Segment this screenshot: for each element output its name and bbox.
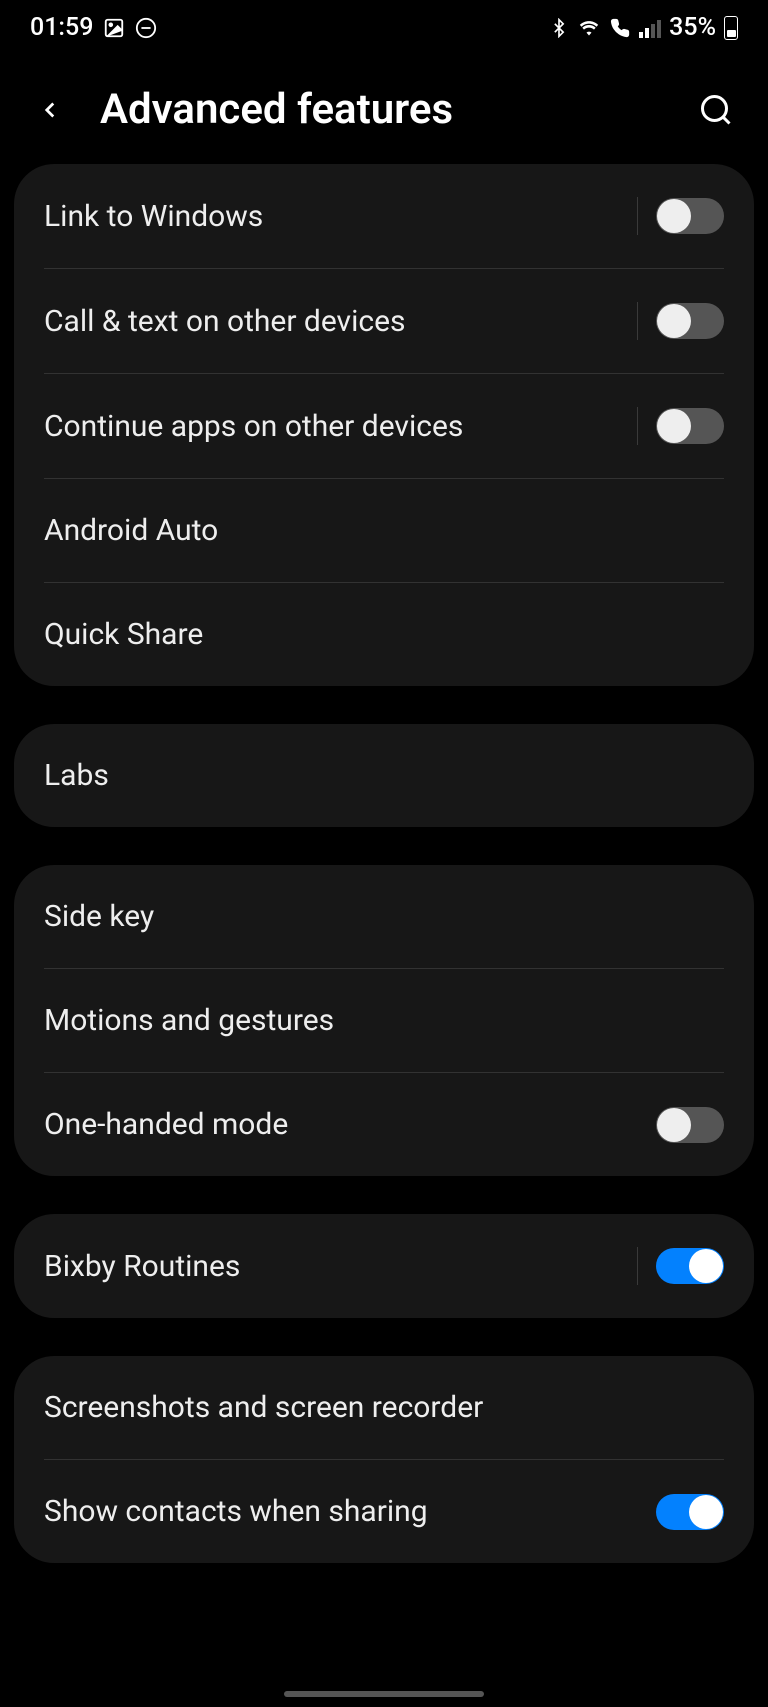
setting-link-to-windows[interactable]: Link to Windows xyxy=(14,164,754,268)
battery-percent: 35% xyxy=(669,13,716,42)
status-right: 35% xyxy=(549,13,738,42)
setting-label: Show contacts when sharing xyxy=(44,1494,428,1529)
toggle-show-contacts-sharing[interactable] xyxy=(656,1494,724,1530)
page-title: Advanced features xyxy=(100,85,663,134)
setting-android-auto[interactable]: Android Auto xyxy=(14,479,754,582)
setting-quick-share[interactable]: Quick Share xyxy=(14,583,754,686)
bluetooth-icon xyxy=(549,18,569,38)
toggle-continue-apps-other-devices[interactable] xyxy=(656,408,724,444)
back-button[interactable] xyxy=(30,90,70,130)
setting-label: Bixby Routines xyxy=(44,1249,240,1284)
setting-one-handed-mode[interactable]: One-handed mode xyxy=(14,1073,754,1176)
volte-icon xyxy=(609,18,631,38)
status-bar: 01:59 35% xyxy=(0,0,768,55)
toggle-wrapper xyxy=(656,1494,724,1530)
setting-label: One-handed mode xyxy=(44,1107,288,1142)
setting-call-text-other-devices[interactable]: Call & text on other devices xyxy=(14,269,754,373)
setting-label: Labs xyxy=(44,758,109,793)
toggle-bixby-routines[interactable] xyxy=(656,1248,724,1284)
toggle-wrapper xyxy=(637,407,724,445)
setting-side-key[interactable]: Side key xyxy=(14,865,754,968)
chevron-left-icon xyxy=(37,91,63,129)
toggle-divider xyxy=(637,302,638,340)
settings-section: Link to Windows Call & text on other dev… xyxy=(14,164,754,686)
toggle-wrapper xyxy=(637,1247,724,1285)
setting-labs[interactable]: Labs xyxy=(14,724,754,827)
signal-icon xyxy=(639,18,661,38)
setting-bixby-routines[interactable]: Bixby Routines xyxy=(14,1214,754,1318)
setting-label: Motions and gestures xyxy=(44,1003,334,1038)
toggle-call-text-other-devices[interactable] xyxy=(656,303,724,339)
settings-content: Link to Windows Call & text on other dev… xyxy=(0,164,768,1563)
setting-label: Side key xyxy=(44,899,154,934)
settings-section: Labs xyxy=(14,724,754,827)
toggle-wrapper xyxy=(637,197,724,235)
setting-motions-gestures[interactable]: Motions and gestures xyxy=(14,969,754,1072)
setting-label: Call & text on other devices xyxy=(44,304,405,339)
page-header: Advanced features xyxy=(0,55,768,164)
setting-screenshots-recorder[interactable]: Screenshots and screen recorder xyxy=(14,1356,754,1459)
setting-label: Quick Share xyxy=(44,617,203,652)
status-time: 01:59 xyxy=(30,13,93,42)
setting-show-contacts-sharing[interactable]: Show contacts when sharing xyxy=(14,1460,754,1563)
setting-label: Continue apps on other devices xyxy=(44,409,463,444)
toggle-divider xyxy=(637,197,638,235)
setting-label: Link to Windows xyxy=(44,199,263,234)
home-indicator[interactable] xyxy=(284,1691,484,1697)
toggle-divider xyxy=(637,1247,638,1285)
setting-label: Screenshots and screen recorder xyxy=(44,1390,483,1425)
settings-section: Screenshots and screen recorder Show con… xyxy=(14,1356,754,1563)
toggle-wrapper xyxy=(637,302,724,340)
toggle-divider xyxy=(637,407,638,445)
search-icon xyxy=(698,92,734,128)
status-left: 01:59 xyxy=(30,13,157,42)
setting-label: Android Auto xyxy=(44,513,218,548)
wifi-icon xyxy=(577,18,601,38)
dnd-icon xyxy=(135,17,157,39)
setting-continue-apps-other-devices[interactable]: Continue apps on other devices xyxy=(14,374,754,478)
search-button[interactable] xyxy=(693,87,738,132)
toggle-one-handed-mode[interactable] xyxy=(656,1107,724,1143)
settings-section: Side key Motions and gestures One-handed… xyxy=(14,865,754,1176)
battery-icon xyxy=(724,16,738,40)
picture-icon xyxy=(103,17,125,39)
toggle-wrapper xyxy=(656,1107,724,1143)
toggle-link-to-windows[interactable] xyxy=(656,198,724,234)
settings-section: Bixby Routines xyxy=(14,1214,754,1318)
